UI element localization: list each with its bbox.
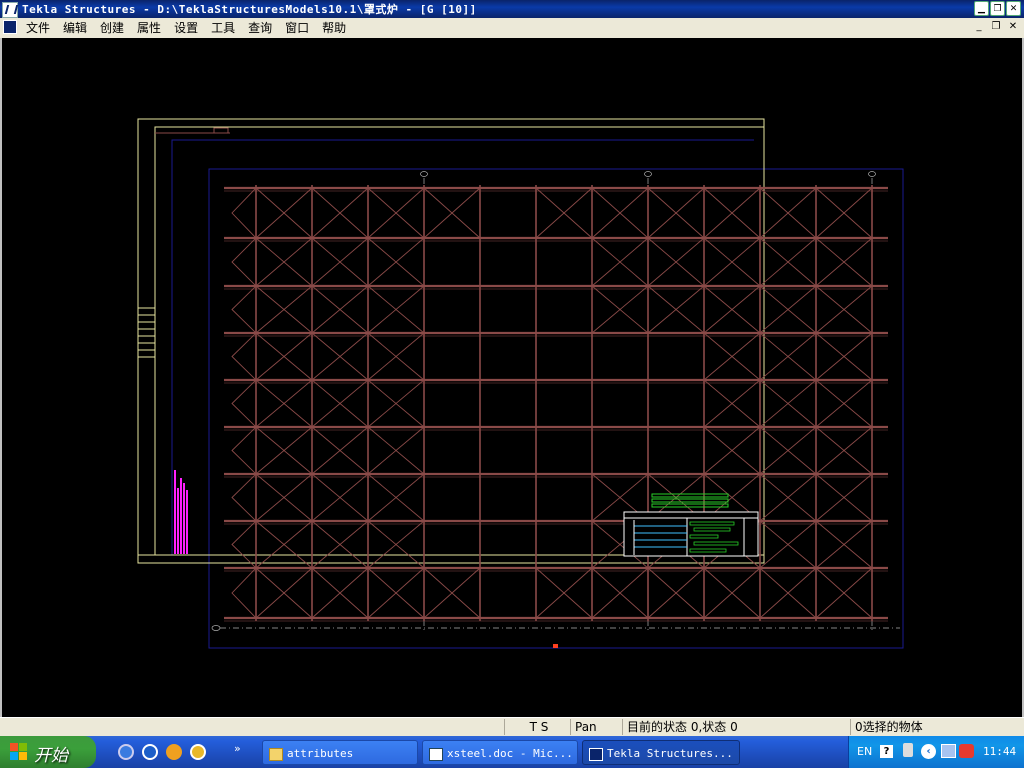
windows-logo-icon — [10, 743, 28, 761]
taskbar: 开始 » attributes xsteel.doc - Mic... Tekl… — [0, 736, 1024, 768]
system-tray: EN ? ‹ 11:44 — [848, 736, 1024, 768]
doc-close-button[interactable]: ✕ — [1006, 21, 1020, 34]
window-title: Tekla Structures - D:\TeklaStructuresMod… — [22, 3, 477, 16]
minimize-icon: ▁ — [978, 3, 985, 14]
drawing-frame-outer — [137, 118, 765, 564]
quicklaunch-app-icon[interactable] — [166, 744, 182, 760]
maximize-button[interactable]: ❐ — [990, 1, 1005, 16]
quicklaunch-more-button[interactable]: » — [234, 742, 241, 755]
origin-marker — [553, 644, 558, 648]
menu-bar: 文件 编辑 创建 属性 设置 工具 查询 窗口 帮助 _ ❐ ✕ — [0, 18, 1024, 39]
doc-minimize-button[interactable]: _ — [972, 21, 986, 34]
help-icon[interactable]: ? — [880, 745, 893, 758]
tekla-icon — [589, 747, 603, 761]
maximize-icon: ❐ — [993, 3, 1002, 14]
grid-bubble — [420, 171, 428, 177]
tray-expand-button[interactable]: ‹ — [921, 744, 936, 759]
task-tekla[interactable]: Tekla Structures... — [582, 740, 740, 765]
close-icon: ✕ — [1009, 3, 1018, 14]
menu-create[interactable]: 创建 — [100, 20, 124, 36]
task-label: attributes — [287, 747, 354, 760]
player-icon[interactable] — [190, 744, 206, 760]
media-player-icon[interactable] — [142, 744, 158, 760]
edge-brace — [231, 187, 257, 239]
status-bar: T S Pan 目前的状态 0,状态 0 0选择的物体 — [0, 717, 1024, 736]
menu-settings[interactable]: 设置 — [174, 20, 198, 36]
tekla-app-icon[interactable] — [2, 2, 18, 18]
start-label: 开始 — [34, 746, 68, 766]
menu-tools[interactable]: 工具 — [211, 20, 235, 36]
plate-part — [651, 498, 729, 503]
menu-query[interactable]: 查询 — [248, 20, 272, 36]
inner-view-border — [171, 139, 754, 555]
folder-icon — [269, 747, 283, 761]
menu-properties[interactable]: 属性 — [137, 20, 161, 36]
security-icon[interactable] — [959, 744, 974, 758]
task-word-doc[interactable]: xsteel.doc - Mic... — [422, 740, 578, 765]
menu-file[interactable]: 文件 — [26, 20, 50, 36]
edge-brace — [231, 237, 257, 287]
network-icon[interactable] — [941, 744, 956, 758]
language-indicator[interactable]: EN — [857, 745, 872, 758]
word-icon — [429, 747, 443, 761]
grid-bubble — [211, 625, 221, 631]
status-mode: Pan — [570, 719, 623, 735]
clock: 11:44 — [983, 745, 1017, 758]
task-attributes[interactable]: attributes — [262, 740, 418, 765]
frame-top-box — [213, 127, 229, 134]
grid-bubble — [644, 171, 652, 177]
status-ts: T S — [504, 719, 569, 735]
status-selection: 0选择的物体 — [850, 719, 1024, 735]
doc-restore-button[interactable]: ❐ — [989, 21, 1003, 34]
title-block-border — [623, 511, 759, 557]
pen-icon[interactable] — [903, 743, 913, 757]
steel-members — [224, 185, 888, 622]
task-label: Tekla Structures... — [607, 747, 733, 760]
edge-brace — [231, 567, 257, 619]
title-block-table — [623, 511, 759, 557]
plate-part — [651, 493, 729, 498]
task-label: xsteel.doc - Mic... — [447, 747, 573, 760]
close-button[interactable]: ✕ — [1006, 1, 1021, 16]
edge-brace — [231, 426, 257, 475]
plate-part — [651, 503, 729, 508]
status-state: 目前的状态 0,状态 0 — [622, 719, 851, 735]
drawing-canvas[interactable] — [2, 38, 1022, 717]
menu-edit[interactable]: 编辑 — [63, 20, 87, 36]
menu-window[interactable]: 窗口 — [285, 20, 309, 36]
edge-brace — [231, 473, 257, 522]
edge-brace — [231, 332, 257, 381]
grid-bubble — [868, 171, 876, 177]
title-bar[interactable]: Tekla Structures - D:\TeklaStructuresMod… — [0, 0, 1024, 18]
document-icon[interactable] — [3, 20, 17, 34]
start-button[interactable]: 开始 — [0, 736, 96, 768]
edge-brace — [231, 379, 257, 428]
minimize-button[interactable]: ▁ — [974, 1, 989, 16]
edge-brace — [231, 285, 257, 334]
drawing-viewport[interactable] — [0, 38, 1024, 717]
menu-help[interactable]: 帮助 — [322, 20, 346, 36]
internet-explorer-icon[interactable] — [118, 744, 134, 760]
edge-brace — [231, 520, 257, 569]
